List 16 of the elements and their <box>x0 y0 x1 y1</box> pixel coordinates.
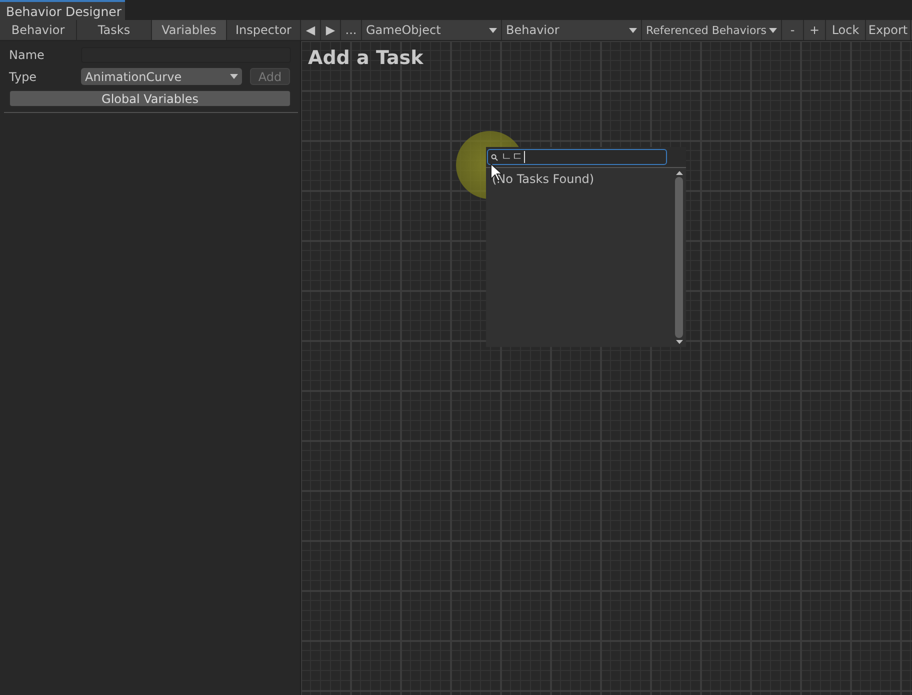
type-dropdown[interactable]: AnimationCurve <box>81 68 242 85</box>
search-text: ㄴㄷ <box>501 151 525 163</box>
canvas-title: Add a Task <box>308 47 424 69</box>
tab[interactable]: Variables <box>152 20 227 40</box>
caret-icon <box>489 28 497 32</box>
search-field[interactable]: ㄴㄷ <box>487 149 667 165</box>
caret-icon <box>230 74 238 79</box>
scroll-up-icon[interactable] <box>676 171 682 175</box>
scroll-down-icon[interactable] <box>676 340 682 344</box>
name-label: Name <box>8 48 46 62</box>
window-tab[interactable]: Behavior Designer <box>0 0 125 20</box>
caret-icon <box>769 28 777 32</box>
global-variables-button[interactable]: Global Variables <box>9 90 291 107</box>
caret-icon <box>629 28 637 32</box>
type-label: Type <box>8 70 38 84</box>
search-icon <box>491 154 498 160</box>
